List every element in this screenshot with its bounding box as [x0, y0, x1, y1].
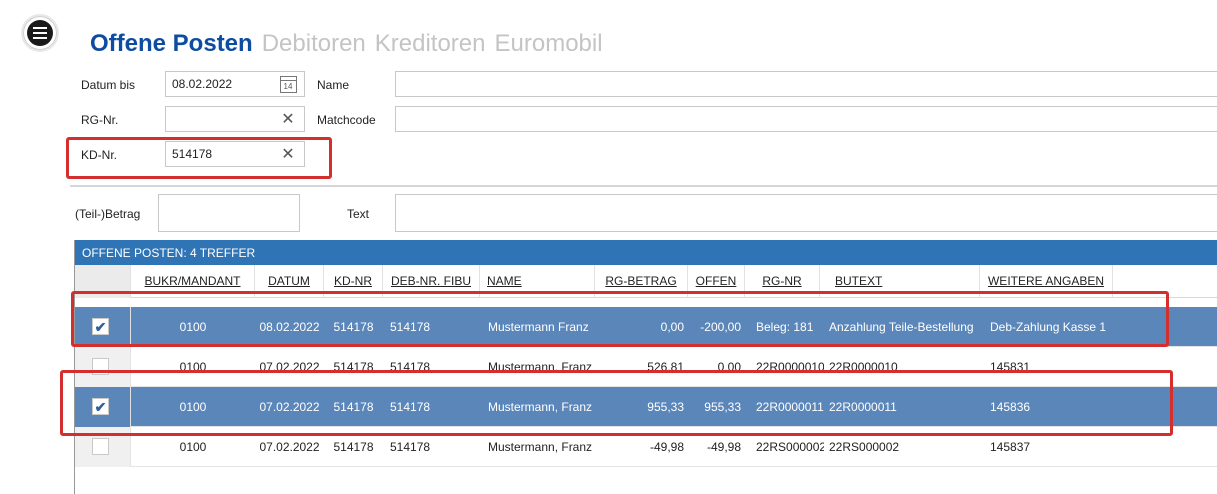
calendar-button[interactable]: 14	[277, 73, 299, 95]
cell-rgnr: 22RS000002	[756, 440, 824, 454]
cell-betrag: 0,00	[660, 320, 684, 334]
cell-offen: 955,33	[704, 400, 741, 414]
text-input[interactable]	[395, 194, 1217, 232]
divider	[70, 185, 1217, 187]
column-header-betrag[interactable]: RG-BETRAG	[595, 265, 688, 298]
cell-name: Mustermann, Franz	[488, 400, 593, 414]
cell-weitere: 145831	[990, 360, 1031, 374]
cell-datum: 07.02.2022	[259, 440, 320, 454]
rg-label: RG-Nr.	[81, 113, 119, 127]
cell-name: Mustermann, Franz	[488, 440, 593, 454]
row-checkbox[interactable]: ✔	[92, 318, 109, 335]
matchcode-input[interactable]	[395, 106, 1217, 132]
row-checkbox[interactable]	[92, 438, 109, 455]
cell-deb: 514178	[390, 440, 431, 454]
tab-euromobil[interactable]: Euromobil	[495, 29, 603, 59]
cell-butext: 22R0000011	[829, 400, 897, 414]
cell-datum: 07.02.2022	[259, 400, 320, 414]
table-row[interactable]: 0100 07.02.2022 514178 514178 Mustermann…	[75, 347, 1217, 387]
cell-name: Mustermann, Franz	[488, 360, 593, 374]
cell-name: Mustermann Franz	[488, 320, 589, 334]
column-header-butext[interactable]: BUTEXT	[820, 265, 980, 298]
cell-datum: 08.02.2022	[259, 320, 320, 334]
table-row[interactable]: 0100 07.02.2022 514178 514178 Mustermann…	[75, 427, 1217, 467]
cell-kd: 514178	[333, 360, 374, 374]
calendar-icon: 14	[279, 75, 297, 93]
checkmark-icon: ✔	[94, 318, 107, 335]
hamburger-icon	[27, 20, 53, 46]
cell-datum: 07.02.2022	[259, 360, 320, 374]
checkmark-icon: ✔	[94, 398, 107, 415]
cell-offen: -200,00	[700, 320, 741, 334]
cell-bukr: 0100	[179, 440, 207, 454]
column-header-offen[interactable]: OFFEN	[688, 265, 745, 298]
cell-weitere: 145837	[990, 440, 1031, 454]
tab-offene-posten[interactable]: Offene Posten	[90, 29, 253, 59]
tab-kreditoren[interactable]: Kreditoren	[375, 29, 486, 59]
menu-button[interactable]	[21, 14, 59, 52]
cell-butext: Anzahlung Teile-Bestellung	[829, 320, 974, 334]
column-header-weitere[interactable]: WEITERE ANGABEN	[980, 265, 1113, 298]
column-header-name[interactable]: NAME	[480, 265, 595, 298]
cell-bukr: 0100	[179, 400, 207, 414]
tab-debitoren[interactable]: Debitoren	[262, 29, 366, 59]
cell-betrag: -49,98	[649, 440, 684, 454]
cell-weitere: 145836	[990, 400, 1031, 414]
row-checkbox[interactable]	[92, 358, 109, 375]
column-header-kd[interactable]: KD-NR	[324, 265, 383, 298]
tab-bar: Offene Posten Debitoren Kreditoren Eurom…	[90, 29, 603, 59]
column-header-datum[interactable]: DATUM	[255, 265, 324, 298]
matchcode-label: Matchcode	[317, 113, 376, 127]
cell-offen: 0,00	[717, 360, 741, 374]
cell-rgnr: 22R0000011	[756, 400, 824, 414]
row-checkbox[interactable]: ✔	[92, 398, 109, 415]
betrag-input[interactable]	[158, 194, 300, 232]
text-label: Text	[347, 207, 370, 221]
cell-bukr: 0100	[179, 320, 207, 334]
clear-rg-icon[interactable]: ✕	[277, 108, 299, 130]
column-header-row: BUKR/MANDANT DATUM KD-NR DEB-NR. FIBU NA…	[75, 265, 1217, 298]
column-header-select[interactable]	[75, 265, 131, 298]
cell-weitere: Deb-Zahlung Kasse 1	[990, 320, 1107, 334]
datum-value: 08.02.2022	[172, 77, 233, 91]
column-header-deb[interactable]: DEB-NR. FIBU	[383, 265, 480, 298]
cell-rgnr: 22R0000010	[756, 360, 824, 374]
cell-deb: 514178	[390, 400, 431, 414]
cell-kd: 514178	[333, 400, 374, 414]
kd-label: KD-Nr.	[81, 148, 117, 162]
clear-kd-icon[interactable]: ✕	[277, 143, 299, 165]
cell-rgnr: Beleg: 181	[756, 320, 814, 334]
betrag-label: (Teil-)Betrag	[75, 207, 141, 221]
cell-butext: 22RS000002	[829, 440, 900, 454]
grid-title: OFFENE POSTEN: 4 TREFFER	[75, 240, 1217, 265]
column-header-rgnr[interactable]: RG-NR	[745, 265, 820, 298]
name-label: Name	[317, 78, 350, 92]
datum-label: Datum bis	[81, 78, 136, 92]
cell-betrag: 526,81	[647, 360, 684, 374]
column-header-bukr[interactable]: BUKR/MANDANT	[131, 265, 255, 298]
kd-value: 514178	[172, 147, 213, 161]
cell-kd: 514178	[333, 320, 374, 334]
cell-deb: 514178	[390, 360, 431, 374]
cell-deb: 514178	[390, 320, 431, 334]
table-row[interactable]: ✔ 0100 07.02.2022 514178 514178 Musterma…	[75, 387, 1217, 427]
cell-betrag: 955,33	[647, 400, 684, 414]
cell-kd: 514178	[333, 440, 374, 454]
table-row[interactable]: ✔ 0100 08.02.2022 514178 514178 Musterma…	[75, 307, 1217, 347]
cell-bukr: 0100	[179, 360, 207, 374]
cell-offen: -49,98	[706, 440, 741, 454]
cell-butext: 22R0000010	[829, 360, 898, 374]
name-input[interactable]	[395, 71, 1217, 97]
